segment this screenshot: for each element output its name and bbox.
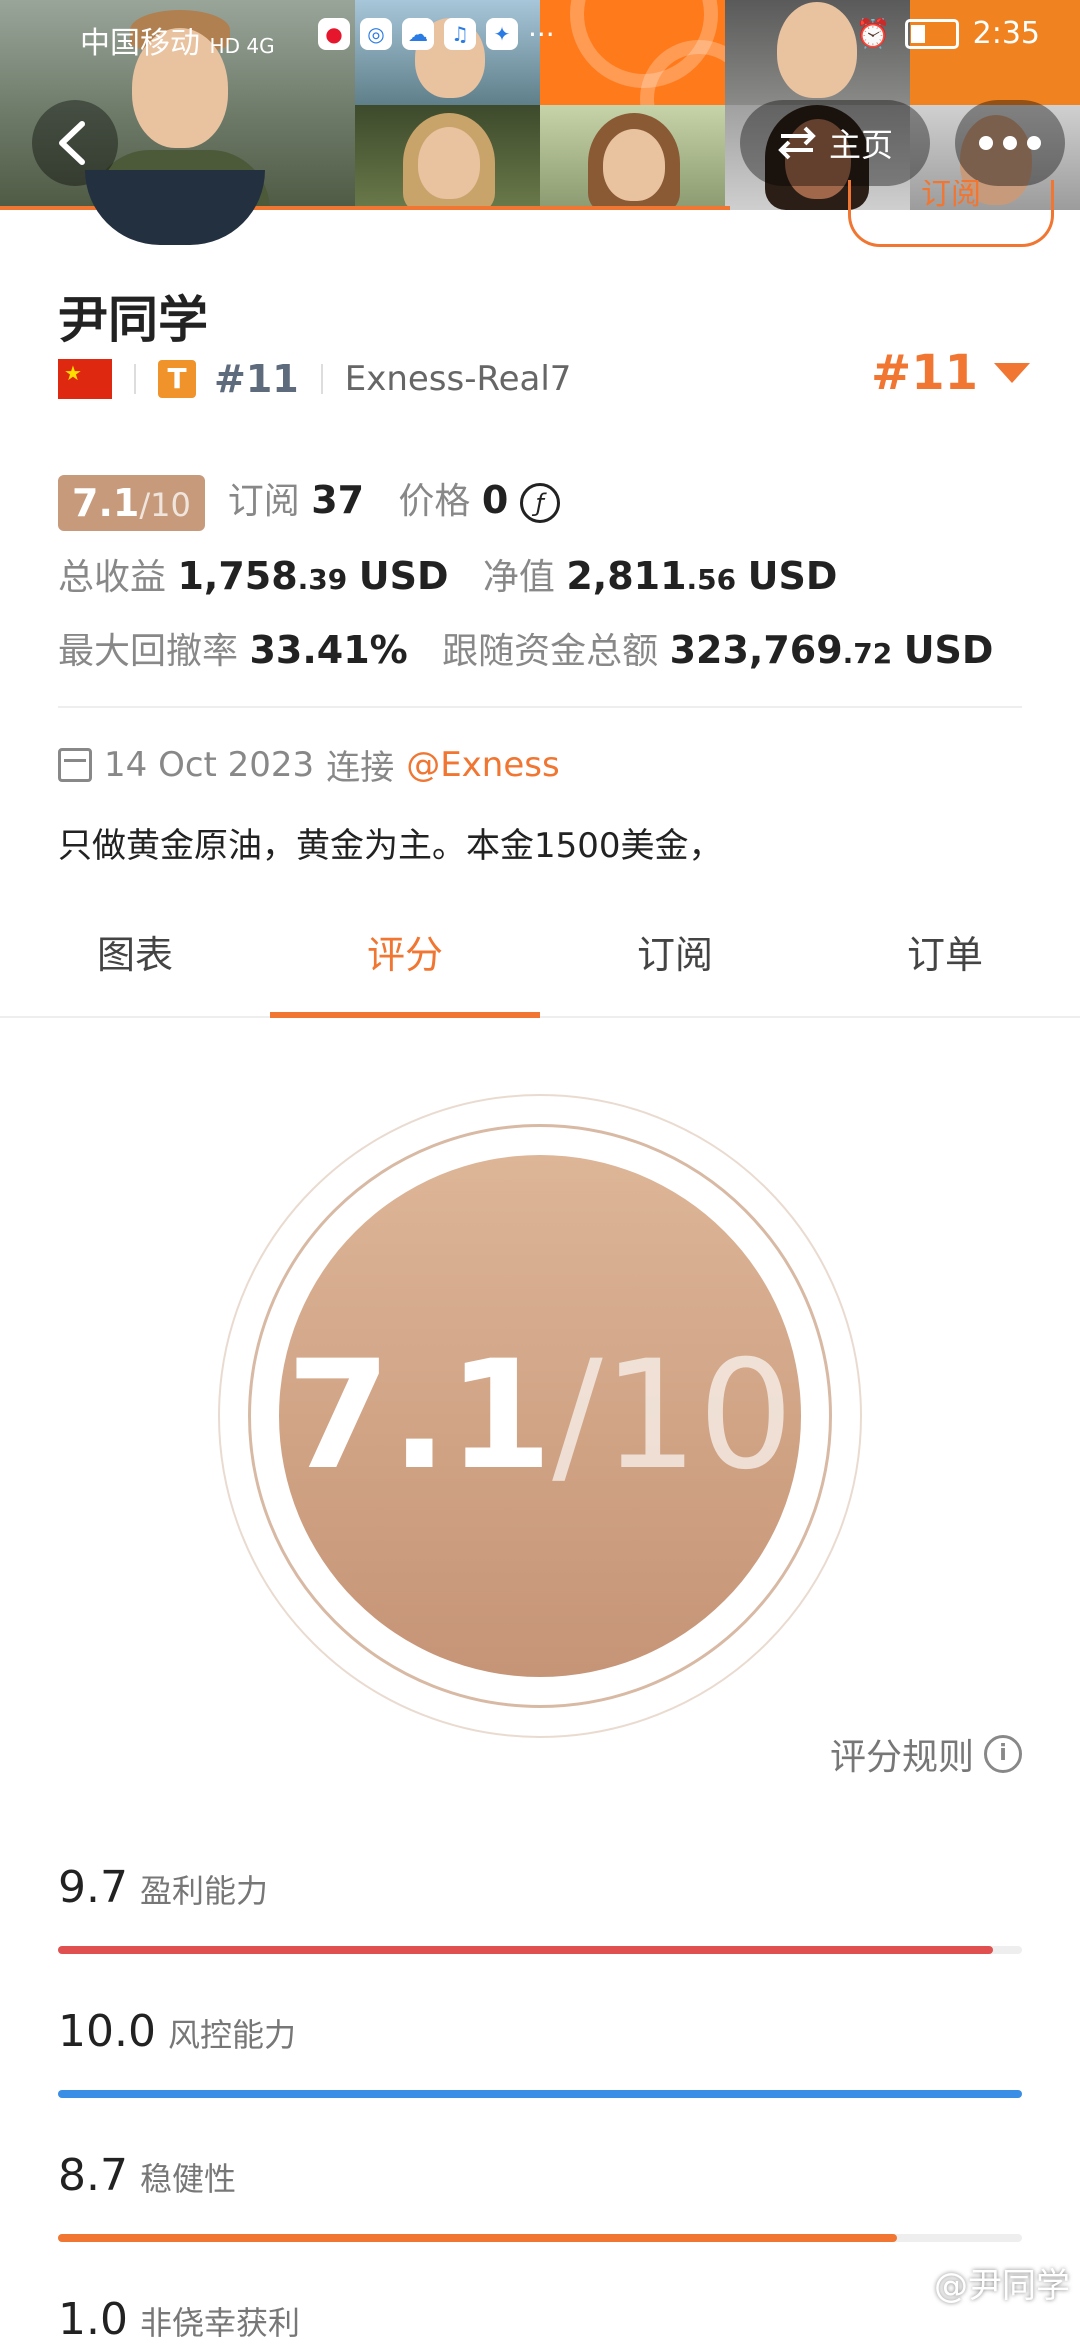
stats-row-profit: 总收益 1,758.39 USD 净值 2,811.56 USD — [58, 548, 1048, 600]
home-label: 主页 — [828, 126, 893, 164]
clock: 2:35 — [972, 16, 1040, 51]
tier-badge: T — [158, 360, 196, 398]
rank-label: #11 — [214, 357, 299, 401]
tab-score[interactable]: 评分 — [270, 900, 540, 1018]
metric-value: 10.0 — [58, 2006, 156, 2057]
metric-label: 非侥幸获利 — [139, 2304, 300, 2342]
metric-value: 1.0 — [58, 2294, 128, 2345]
subscribe-label: 订阅 — [227, 481, 300, 522]
trader-meta-row: ★ T #11 Exness-Real7 — [58, 352, 571, 406]
browser-icon: ◎ — [360, 18, 392, 50]
follow-button[interactable]: 订阅 — [848, 180, 1054, 247]
tab-subscription[interactable]: 订阅 — [540, 900, 810, 1016]
china-flag-icon: ★ — [58, 359, 112, 399]
network-label: HD 4G — [209, 34, 275, 58]
overall-score-denom: /10 — [552, 1329, 794, 1503]
score-gauge: 7.1/10 — [218, 1094, 862, 1738]
strategy-description: 只做黄金原油，黄金为主。本金1500美金， — [58, 826, 723, 866]
divider — [320, 364, 323, 394]
avatar[interactable] — [85, 170, 265, 245]
more-menu-button[interactable] — [955, 100, 1065, 186]
drawdown-label: 最大回撤率 — [58, 631, 239, 672]
tab-chart[interactable]: 图表 — [0, 900, 270, 1016]
price-label: 价格 — [398, 481, 471, 522]
metric-label: 风控能力 — [167, 2016, 296, 2054]
carrier-label: 中国移动 — [80, 26, 200, 61]
metric-bar-track — [58, 2090, 1022, 2098]
more-dot-icon — [979, 136, 993, 150]
follow-label: 订阅 — [921, 180, 981, 212]
section-divider — [58, 706, 1022, 708]
stats-row-drawdown: 最大回撤率 33.41% 跟随资金总额 323,769.72 USD — [58, 622, 1048, 674]
metric-value: 9.7 — [58, 1862, 128, 1913]
stats-row-score: 7.1/10 订阅 37 价格 0 ƒ — [58, 472, 1048, 531]
metric-value: 8.7 — [58, 2150, 128, 2201]
profit-decimal: .39 — [297, 563, 348, 596]
server-label: Exness-Real7 — [344, 359, 572, 399]
follow-funds-unit: USD — [903, 628, 994, 672]
metric-label: 稳健性 — [139, 2160, 236, 2198]
rank-dropdown-label: #11 — [870, 345, 978, 401]
more-dot-icon — [1003, 136, 1017, 150]
metric-label: 盈利能力 — [139, 1872, 268, 1910]
score-core: 7.1/10 — [279, 1155, 801, 1677]
alarm-icon: ⏰ — [855, 17, 891, 50]
follow-funds-label: 跟随资金总额 — [442, 631, 659, 672]
score-rules-label: 评分规则 — [829, 1737, 974, 1778]
trader-name: 尹同学 — [58, 291, 208, 349]
metric-bar-track — [58, 1946, 1022, 1954]
overall-score-value: 7.1 — [286, 1329, 553, 1503]
status-bar: 中国移动 HD 4G ● ◎ ☁ ♫ ✦ ··· ⏰ 2:35 — [0, 0, 1080, 74]
weibo-icon: ● — [318, 18, 350, 50]
calendar-icon — [58, 747, 92, 782]
connect-info-row: 14 Oct 2023 连接 @Exness — [58, 740, 560, 789]
divider — [134, 364, 136, 394]
follow-funds-value: 323,769 — [669, 628, 843, 672]
profit-value: 1,758 — [177, 554, 298, 598]
connect-date: 14 Oct 2023 — [104, 744, 315, 785]
tab-orders[interactable]: 订单 — [810, 900, 1080, 1016]
score-chip: 7.1/10 — [58, 475, 205, 531]
score-chip-denom: /10 — [139, 486, 191, 524]
caret-down-icon — [994, 363, 1030, 383]
follow-funds-decimal: .72 — [842, 637, 893, 670]
swap-icon — [778, 126, 816, 160]
cloud-icon: ☁ — [402, 18, 434, 50]
header-photo — [540, 105, 725, 210]
broker-link[interactable]: @Exness — [406, 745, 560, 785]
metric-bar-fill — [58, 2090, 1022, 2098]
home-button[interactable]: 主页 — [740, 100, 930, 186]
profit-label: 总收益 — [58, 557, 167, 598]
music-icon: ♫ — [444, 18, 476, 50]
price-value: 0 — [481, 478, 509, 522]
info-icon: i — [984, 1735, 1022, 1773]
bulb-icon: ✦ — [486, 18, 518, 50]
header-photo — [355, 105, 540, 210]
metric-row: 10.0 风控能力 — [58, 2006, 1022, 2098]
metric-bar-fill — [58, 1946, 994, 1954]
tab-bar: 图表 评分 订阅 订单 — [0, 900, 1080, 1018]
metric-bar-fill — [58, 2234, 897, 2242]
overall-score: 7.1/10 — [286, 1329, 793, 1503]
battery-icon — [904, 18, 959, 49]
watermark: @尹同学 — [934, 2266, 1070, 2306]
equity-label: 净值 — [482, 557, 555, 598]
connect-label: 连接 — [326, 748, 395, 788]
score-rules-link[interactable]: 评分规则 i — [830, 1728, 1022, 1780]
profit-unit: USD — [358, 554, 449, 598]
metric-bar-track — [58, 2234, 1022, 2242]
equity-value: 2,811 — [566, 554, 687, 598]
equity-decimal: .56 — [686, 563, 737, 596]
equity-unit: USD — [747, 554, 838, 598]
more-dot-icon — [1027, 136, 1041, 150]
subscribe-count: 37 — [311, 478, 365, 522]
score-chip-main: 7.1 — [72, 481, 140, 525]
coin-icon: ƒ — [519, 483, 560, 523]
metric-row: 1.0 非侥幸获利 — [58, 2294, 1022, 2345]
metric-row: 9.7 盈利能力 — [58, 1862, 1022, 1954]
more-notifications-icon: ··· — [528, 18, 555, 51]
drawdown-value: 33.41% — [249, 628, 408, 672]
metric-row: 8.7 稳健性 — [58, 2150, 1022, 2242]
rank-dropdown[interactable]: #11 — [871, 345, 1030, 401]
